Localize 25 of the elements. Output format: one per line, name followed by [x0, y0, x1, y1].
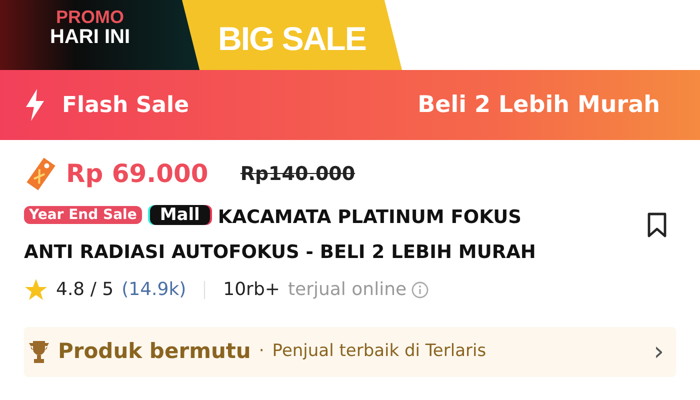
quality-title: Produk bermutu [58, 338, 251, 366]
big-sale-label: BIG SALE [218, 19, 366, 59]
sold-label: terjual online [288, 278, 407, 302]
separator-dot: · [258, 340, 264, 364]
mall-badge: Mall [150, 205, 210, 225]
original-price: Rp140.000 [240, 162, 356, 187]
promo-label: HARI INI [50, 26, 130, 48]
bookmark-icon[interactable] [646, 212, 668, 238]
chevron-right[interactable]: › [654, 339, 664, 366]
sold-count: 10rb+ [223, 278, 280, 302]
offer-label: Beli 2 Lebih Murah [418, 90, 660, 120]
price-tag-icon [24, 155, 58, 193]
promo-label: PROMO [54, 8, 125, 27]
lightning-icon [24, 89, 46, 121]
star-icon [24, 278, 48, 302]
price: Rp 69.000 [66, 158, 208, 190]
quality-subtitle: Penjual terbaik di Terlaris [272, 340, 486, 364]
title-text: ANTI RADIASI AUTOFOKUS - BELI 2 LEBIH MURAH [24, 241, 537, 266]
quality-row[interactable]: Produk bermutu · Penjual terbaik di Terlaris › [24, 327, 676, 378]
title-text: KACAMATA PLATINUM FOKUS [218, 207, 522, 228]
sale-badge: Year End Sale [24, 206, 142, 224]
flash-sale-label: Flash Sale [62, 92, 189, 120]
rating-value: 4.8 / 5 [56, 278, 114, 302]
review-count[interactable]: (14.9k) [122, 276, 186, 304]
trophy-icon [28, 340, 50, 364]
